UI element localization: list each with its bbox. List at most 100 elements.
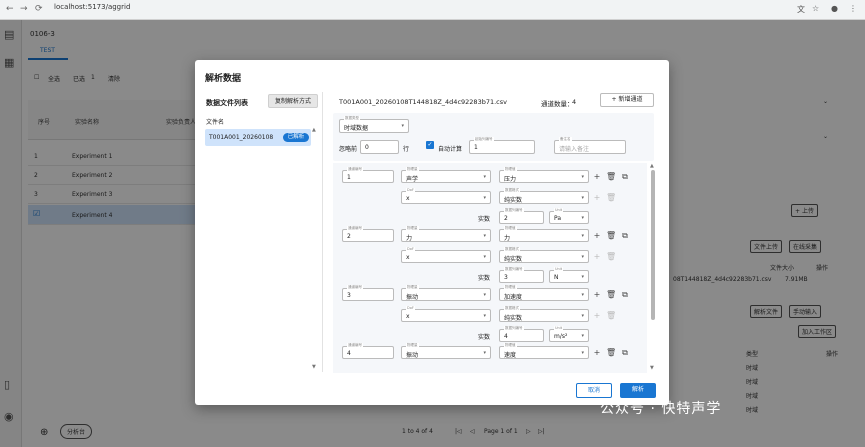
channel-number-input[interactable]: 通道编号 1 xyxy=(342,167,394,183)
data-format-select-value: 纯实数 xyxy=(504,196,523,204)
auto-calc-checkbox[interactable]: ✓ xyxy=(426,141,434,149)
remark-label: 备注名 xyxy=(559,137,572,142)
chevron-down-icon: ▾ xyxy=(483,194,486,201)
menu-icon[interactable]: ⋮ xyxy=(849,4,857,13)
chevron-down-icon: ▾ xyxy=(483,232,486,239)
chevron-down-icon: ▾ xyxy=(581,253,584,260)
dof-select[interactable]: DoF x ▾ xyxy=(401,306,491,322)
add-icon[interactable]: + xyxy=(592,290,602,299)
add-channel-label: 新增通道 xyxy=(618,96,643,103)
channel-count-label: 通道数量： xyxy=(541,100,574,108)
scroll-down-icon[interactable]: ▼ xyxy=(312,364,316,370)
data-type-select[interactable]: 数据类型 时域数据 ▾ xyxy=(339,116,409,133)
delete-icon[interactable]: 🗑 xyxy=(606,290,616,299)
channel-number-input[interactable]: 通道编号 2 xyxy=(342,226,394,242)
chevron-down-icon: ▾ xyxy=(483,349,486,356)
bookmark-star-icon[interactable]: ☆ xyxy=(812,4,819,13)
channel-number-input-label: 通道编号 xyxy=(347,167,363,172)
data-column-input-label: 数据列编号 xyxy=(504,326,524,331)
translate-icon[interactable]: 文 xyxy=(797,4,805,15)
start-col-input[interactable]: 起始列编号 1 xyxy=(469,137,535,154)
delete-icon[interactable]: 🗑 xyxy=(606,231,616,240)
skip-rows-value: 0 xyxy=(365,144,369,151)
forward-icon[interactable]: → xyxy=(20,4,28,14)
data-column-input-value: 3 xyxy=(504,273,508,281)
channel-number-input[interactable]: 通道编号 3 xyxy=(342,285,394,301)
copy-method-button[interactable]: 复制解析方式 xyxy=(268,94,318,108)
copy-icon[interactable]: ⧉ xyxy=(620,172,630,182)
physical-quantity-select-label: 物理量 xyxy=(406,167,419,172)
reload-icon[interactable]: ⟳ xyxy=(35,4,43,14)
dof-select[interactable]: DoF x ▾ xyxy=(401,247,491,263)
copy-icon[interactable]: ⧉ xyxy=(620,348,630,358)
scroll-up-icon[interactable]: ▲ xyxy=(650,163,654,169)
address-bar[interactable]: localhost:5173/aggrid xyxy=(54,3,130,11)
channel-number-input-label: 通道编号 xyxy=(347,285,363,290)
physical-quantity-select[interactable]: 物理量力 ▾ xyxy=(401,226,491,242)
remark-input[interactable]: 备注名 请输入备注 xyxy=(554,137,626,154)
unit-select[interactable]: Unit m/s² ▾ xyxy=(549,326,589,342)
channel-scrollbar[interactable] xyxy=(651,170,655,320)
delete-icon[interactable]: 🗑 xyxy=(606,172,616,181)
physical-value-select-label: 物理值 xyxy=(504,226,517,231)
unit-select-value: N xyxy=(554,273,559,281)
data-column-input[interactable]: 数据列编号 2 xyxy=(499,208,544,224)
unit-select-value: Pa xyxy=(554,214,562,222)
add-icon: + xyxy=(593,193,601,202)
data-column-input[interactable]: 数据列编号 4 xyxy=(499,326,544,342)
physical-quantity-select-value: 振动 xyxy=(406,351,419,359)
channel-number-input[interactable]: 通道编号 4 xyxy=(342,343,394,359)
physical-value-select[interactable]: 物理值 压力 ▾ xyxy=(499,167,589,183)
chevron-down-icon: ▾ xyxy=(581,349,584,356)
copy-icon[interactable]: ⧉ xyxy=(620,231,630,241)
unit-select[interactable]: Unit N ▾ xyxy=(549,267,589,283)
physical-value-select[interactable]: 物理值速度 ▾ xyxy=(499,343,589,359)
add-icon[interactable]: + xyxy=(592,231,602,240)
scroll-up-icon[interactable]: ▲ xyxy=(312,127,316,133)
scroll-down-icon[interactable]: ▼ xyxy=(650,365,654,371)
skip-prefix-label: 忽略前 xyxy=(339,146,358,153)
data-format-select[interactable]: 数据格式 纯实数 ▾ xyxy=(499,188,589,204)
copy-icon[interactable]: ⧉ xyxy=(620,290,630,300)
add-channel-button[interactable]: + 新增通道 xyxy=(600,93,654,107)
physical-value-select-label: 物理值 xyxy=(504,343,517,348)
physical-value-select[interactable]: 物理值力 ▾ xyxy=(499,226,589,242)
data-column-input-value: 2 xyxy=(504,214,508,222)
data-format-select[interactable]: 数据格式 纯实数 ▾ xyxy=(499,306,589,322)
delete-icon[interactable]: 🗑 xyxy=(606,348,616,357)
unit-select-value: m/s² xyxy=(554,332,568,340)
dof-select[interactable]: DoF x ▾ xyxy=(401,188,491,204)
physical-value-select[interactable]: 物理值 加速度 ▾ xyxy=(499,285,589,301)
skip-rows-input[interactable]: 0 xyxy=(360,140,399,154)
physical-quantity-select[interactable]: 物理量 振动 ▾ xyxy=(401,285,491,301)
data-format-select[interactable]: 数据格式纯实数 ▾ xyxy=(499,247,589,263)
add-icon: + xyxy=(593,252,601,261)
data-format-select-value: 纯实数 xyxy=(504,314,523,322)
unit-select[interactable]: Unit Pa ▾ xyxy=(549,208,589,224)
chevron-down-icon: ▾ xyxy=(581,173,584,180)
data-column-input-label: 数据列编号 xyxy=(504,208,524,213)
physical-quantity-select-label: 物理量 xyxy=(406,343,419,348)
current-file-name: T001A001_20260108T144818Z_4d4c92283b71.c… xyxy=(339,98,507,106)
back-icon[interactable]: ← xyxy=(6,4,14,14)
parse-button[interactable]: 解析 xyxy=(620,383,656,398)
chevron-down-icon: ▾ xyxy=(581,232,584,239)
data-format-select-value: 纯实数 xyxy=(504,255,523,263)
real-label: 实数 xyxy=(478,275,491,282)
add-icon[interactable]: + xyxy=(592,348,602,357)
cancel-button[interactable]: 取消 xyxy=(576,383,612,398)
data-format-select-label: 数据格式 xyxy=(504,247,520,252)
data-column-input[interactable]: 数据列编号 3 xyxy=(499,267,544,283)
profile-icon[interactable]: ● xyxy=(831,4,838,13)
physical-quantity-select[interactable]: 物理量 声学 ▾ xyxy=(401,167,491,183)
physical-value-select-label: 物理值 xyxy=(504,167,517,172)
physical-quantity-select-value: 声学 xyxy=(406,175,419,183)
physical-quantity-select-value: 振动 xyxy=(406,293,419,301)
start-col-value: 1 xyxy=(474,144,478,151)
watermark: 公众号 · 快特声学 xyxy=(600,401,722,417)
chevron-down-icon: ▾ xyxy=(581,312,584,319)
physical-value-select-value: 速度 xyxy=(504,351,517,359)
add-icon[interactable]: + xyxy=(592,172,602,181)
physical-quantity-select[interactable]: 物理量振动 ▾ xyxy=(401,343,491,359)
data-column-input-value: 4 xyxy=(504,332,508,340)
